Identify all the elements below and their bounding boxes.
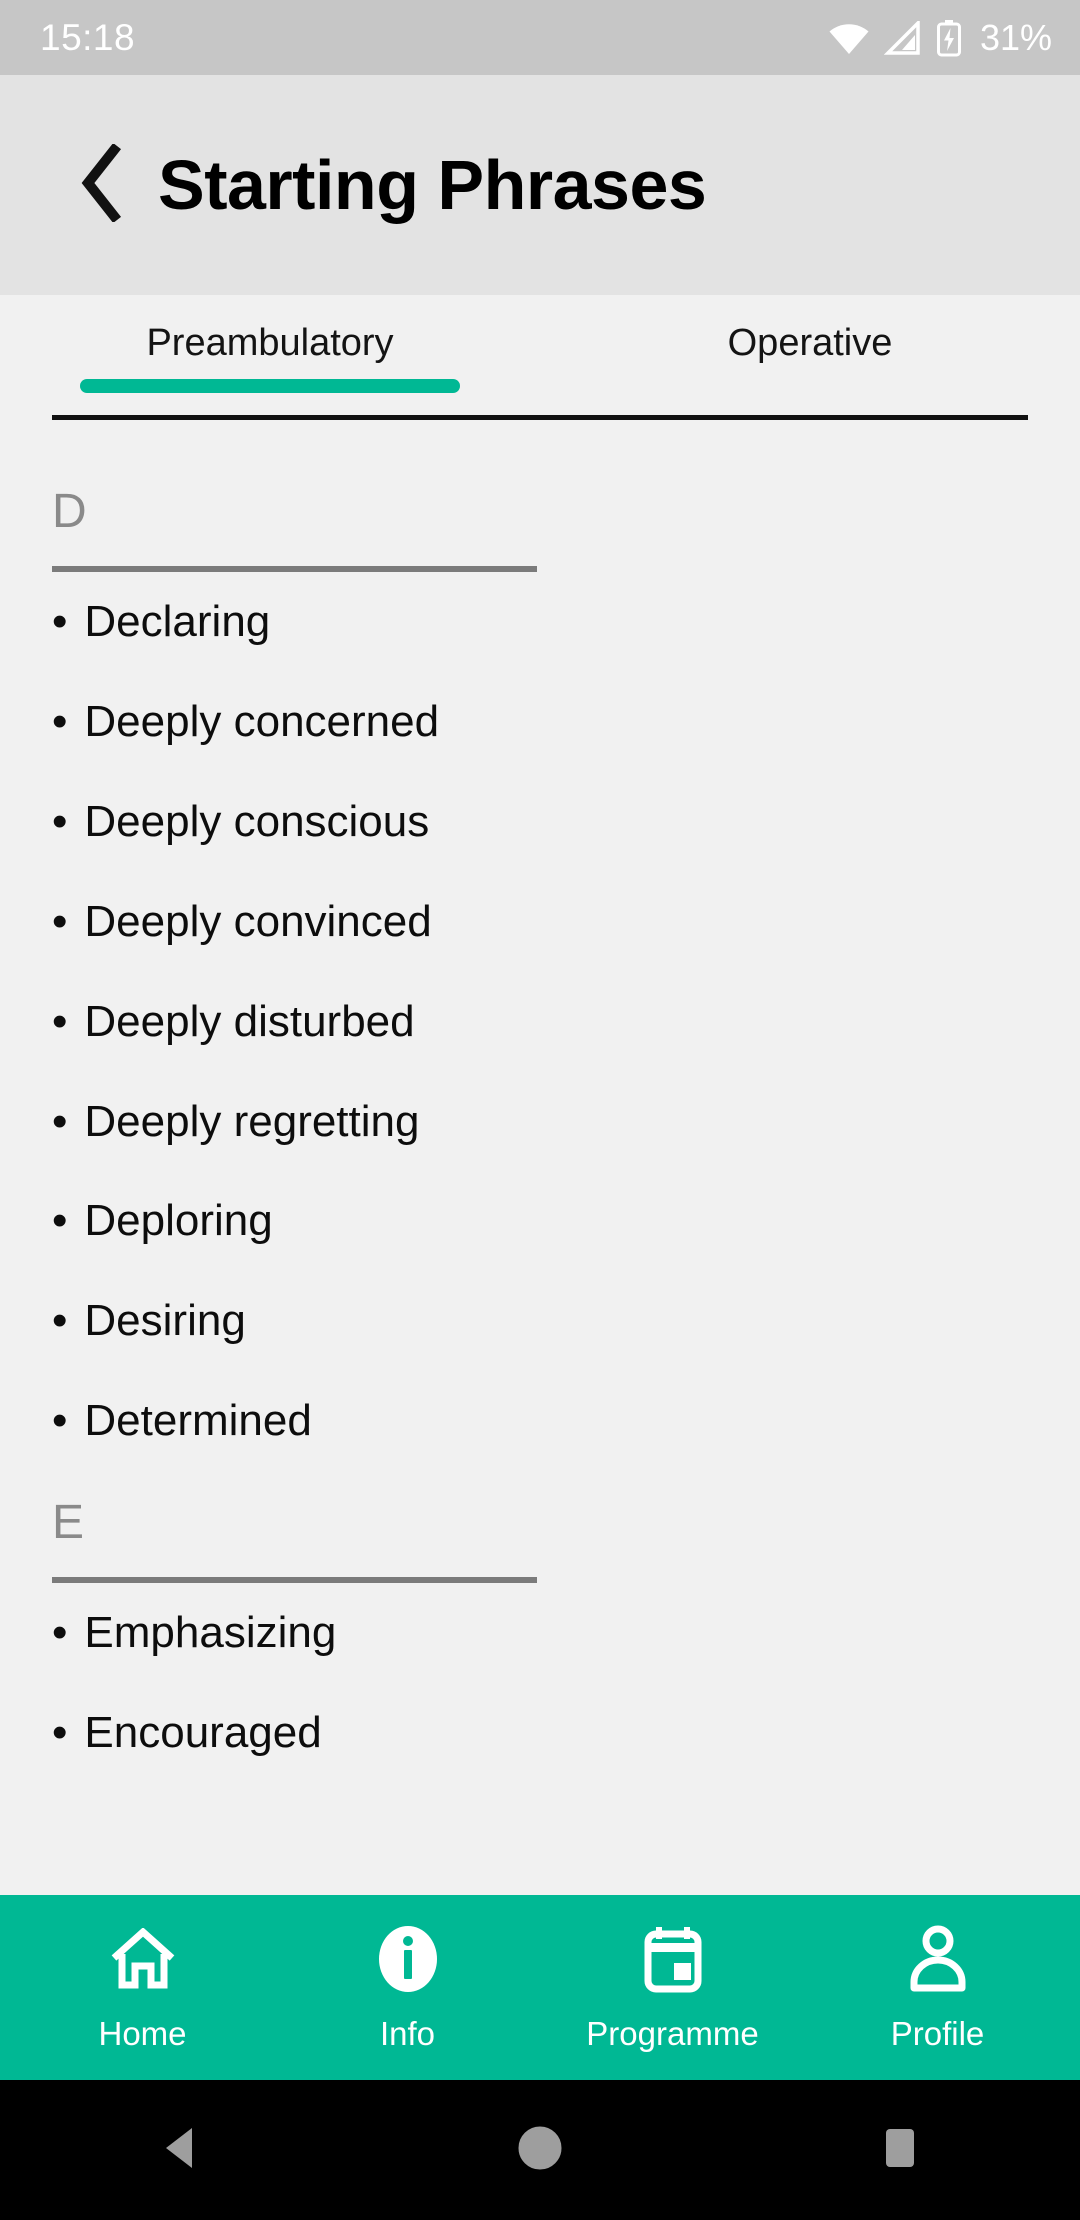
list-item-label: Deeply convinced [84, 896, 432, 946]
bottom-navigation-bar: Home Info Programme Profile [0, 1895, 1080, 2080]
list-item[interactable]: • Deploring [0, 1171, 1080, 1271]
bullet-icon: • [52, 696, 68, 746]
person-icon [905, 1923, 971, 1995]
bullet-icon: • [52, 1396, 68, 1446]
nav-label: Profile [890, 2014, 985, 2052]
list-item[interactable]: • Encouraged [0, 1683, 1080, 1783]
list-item-label: Deeply conscious [84, 796, 430, 846]
wifi-icon [828, 21, 870, 55]
home-icon [110, 1923, 176, 1995]
list-item[interactable]: • Deeply conscious [0, 772, 1080, 872]
bullet-icon: • [52, 796, 68, 846]
info-icon [375, 1923, 441, 1995]
list-item-label: Deeply regretting [84, 1096, 420, 1146]
list-section-e: E • Emphasizing • Encouraged [0, 1471, 1080, 1783]
status-bar: 15:18 31% [0, 0, 1080, 75]
phone-screen: 15:18 31% Starting Phrases Preambulatory… [0, 0, 1080, 2220]
bullet-icon: • [52, 597, 68, 646]
bullet-icon: • [52, 1708, 68, 1758]
list-item-label: Encouraged [84, 1708, 322, 1758]
battery-charging-icon [936, 19, 962, 57]
section-header-letter: E [52, 1496, 85, 1550]
sys-recents-button[interactable] [840, 2080, 960, 2220]
list-item[interactable]: • Determined [0, 1371, 1080, 1471]
list-item[interactable]: • Deeply disturbed [0, 972, 1080, 1072]
bullet-icon: • [52, 896, 68, 946]
nav-item-programme[interactable]: Programme [540, 1923, 805, 2053]
app-bar: Starting Phrases [0, 75, 1080, 295]
bullet-icon: • [52, 1196, 68, 1246]
list-item-label: Deeply concerned [84, 696, 440, 746]
android-system-nav [0, 2080, 1080, 2220]
nav-label: Home [98, 2014, 187, 2052]
list-item[interactable]: • Deeply convinced [0, 872, 1080, 972]
calendar-icon [640, 1923, 706, 1995]
list-item-label: Emphasizing [84, 1608, 337, 1658]
list-item[interactable]: • Declaring [0, 572, 1080, 672]
tab-active-indicator [80, 379, 460, 393]
list-item[interactable]: • Deeply regretting [0, 1072, 1080, 1172]
cellular-signal-icon [883, 20, 922, 55]
back-chevron-icon [78, 142, 124, 227]
tab-label: Operative [727, 322, 893, 364]
list-item-label: Deeply disturbed [84, 996, 415, 1046]
list-item-label: Deploring [84, 1196, 273, 1246]
list-section-d: D • Declaring • Deeply concerned • Deeply c… [0, 460, 1080, 1471]
tab-bar: Preambulatory Operative [0, 295, 1080, 415]
battery-percent-label: 31% [979, 16, 1052, 58]
tab-preambulatory[interactable]: Preambulatory [0, 295, 540, 415]
list-item[interactable]: • Emphasizing [0, 1583, 1080, 1683]
status-icons: 31% [828, 17, 1052, 59]
phrase-list[interactable]: D • Declaring • Deeply concerned • Deeply c… [0, 420, 1080, 1895]
page-title: Starting Phrases [158, 146, 707, 224]
bullet-icon: • [52, 996, 68, 1046]
bullet-icon: • [52, 1096, 68, 1146]
section-header-letter: D [52, 485, 87, 538]
back-button[interactable] [66, 140, 136, 230]
nav-item-info[interactable]: Info [275, 1923, 540, 2053]
nav-label: Info [379, 2014, 436, 2052]
nav-item-home[interactable]: Home [10, 1923, 275, 2053]
sys-back-button[interactable] [120, 2080, 240, 2220]
list-item-label: Desiring [84, 1296, 246, 1346]
recents-square-icon [879, 2125, 921, 2176]
sys-home-button[interactable] [480, 2080, 600, 2220]
back-triangle-icon [160, 2125, 200, 2176]
bullet-icon: • [52, 1608, 68, 1658]
list-item-label: Declaring [84, 597, 271, 646]
list-item[interactable]: • Desiring [0, 1271, 1080, 1371]
tab-operative[interactable]: Operative [540, 295, 1080, 415]
tab-label: Preambulatory [146, 322, 394, 364]
nav-label: Programme [586, 2014, 759, 2052]
list-item-label: Determined [84, 1396, 312, 1446]
status-clock: 15:18 [40, 16, 136, 58]
list-item[interactable]: • Deeply concerned [0, 672, 1080, 772]
home-circle-icon [514, 2122, 566, 2179]
nav-item-profile[interactable]: Profile [805, 1923, 1070, 2053]
bullet-icon: • [52, 1296, 68, 1346]
